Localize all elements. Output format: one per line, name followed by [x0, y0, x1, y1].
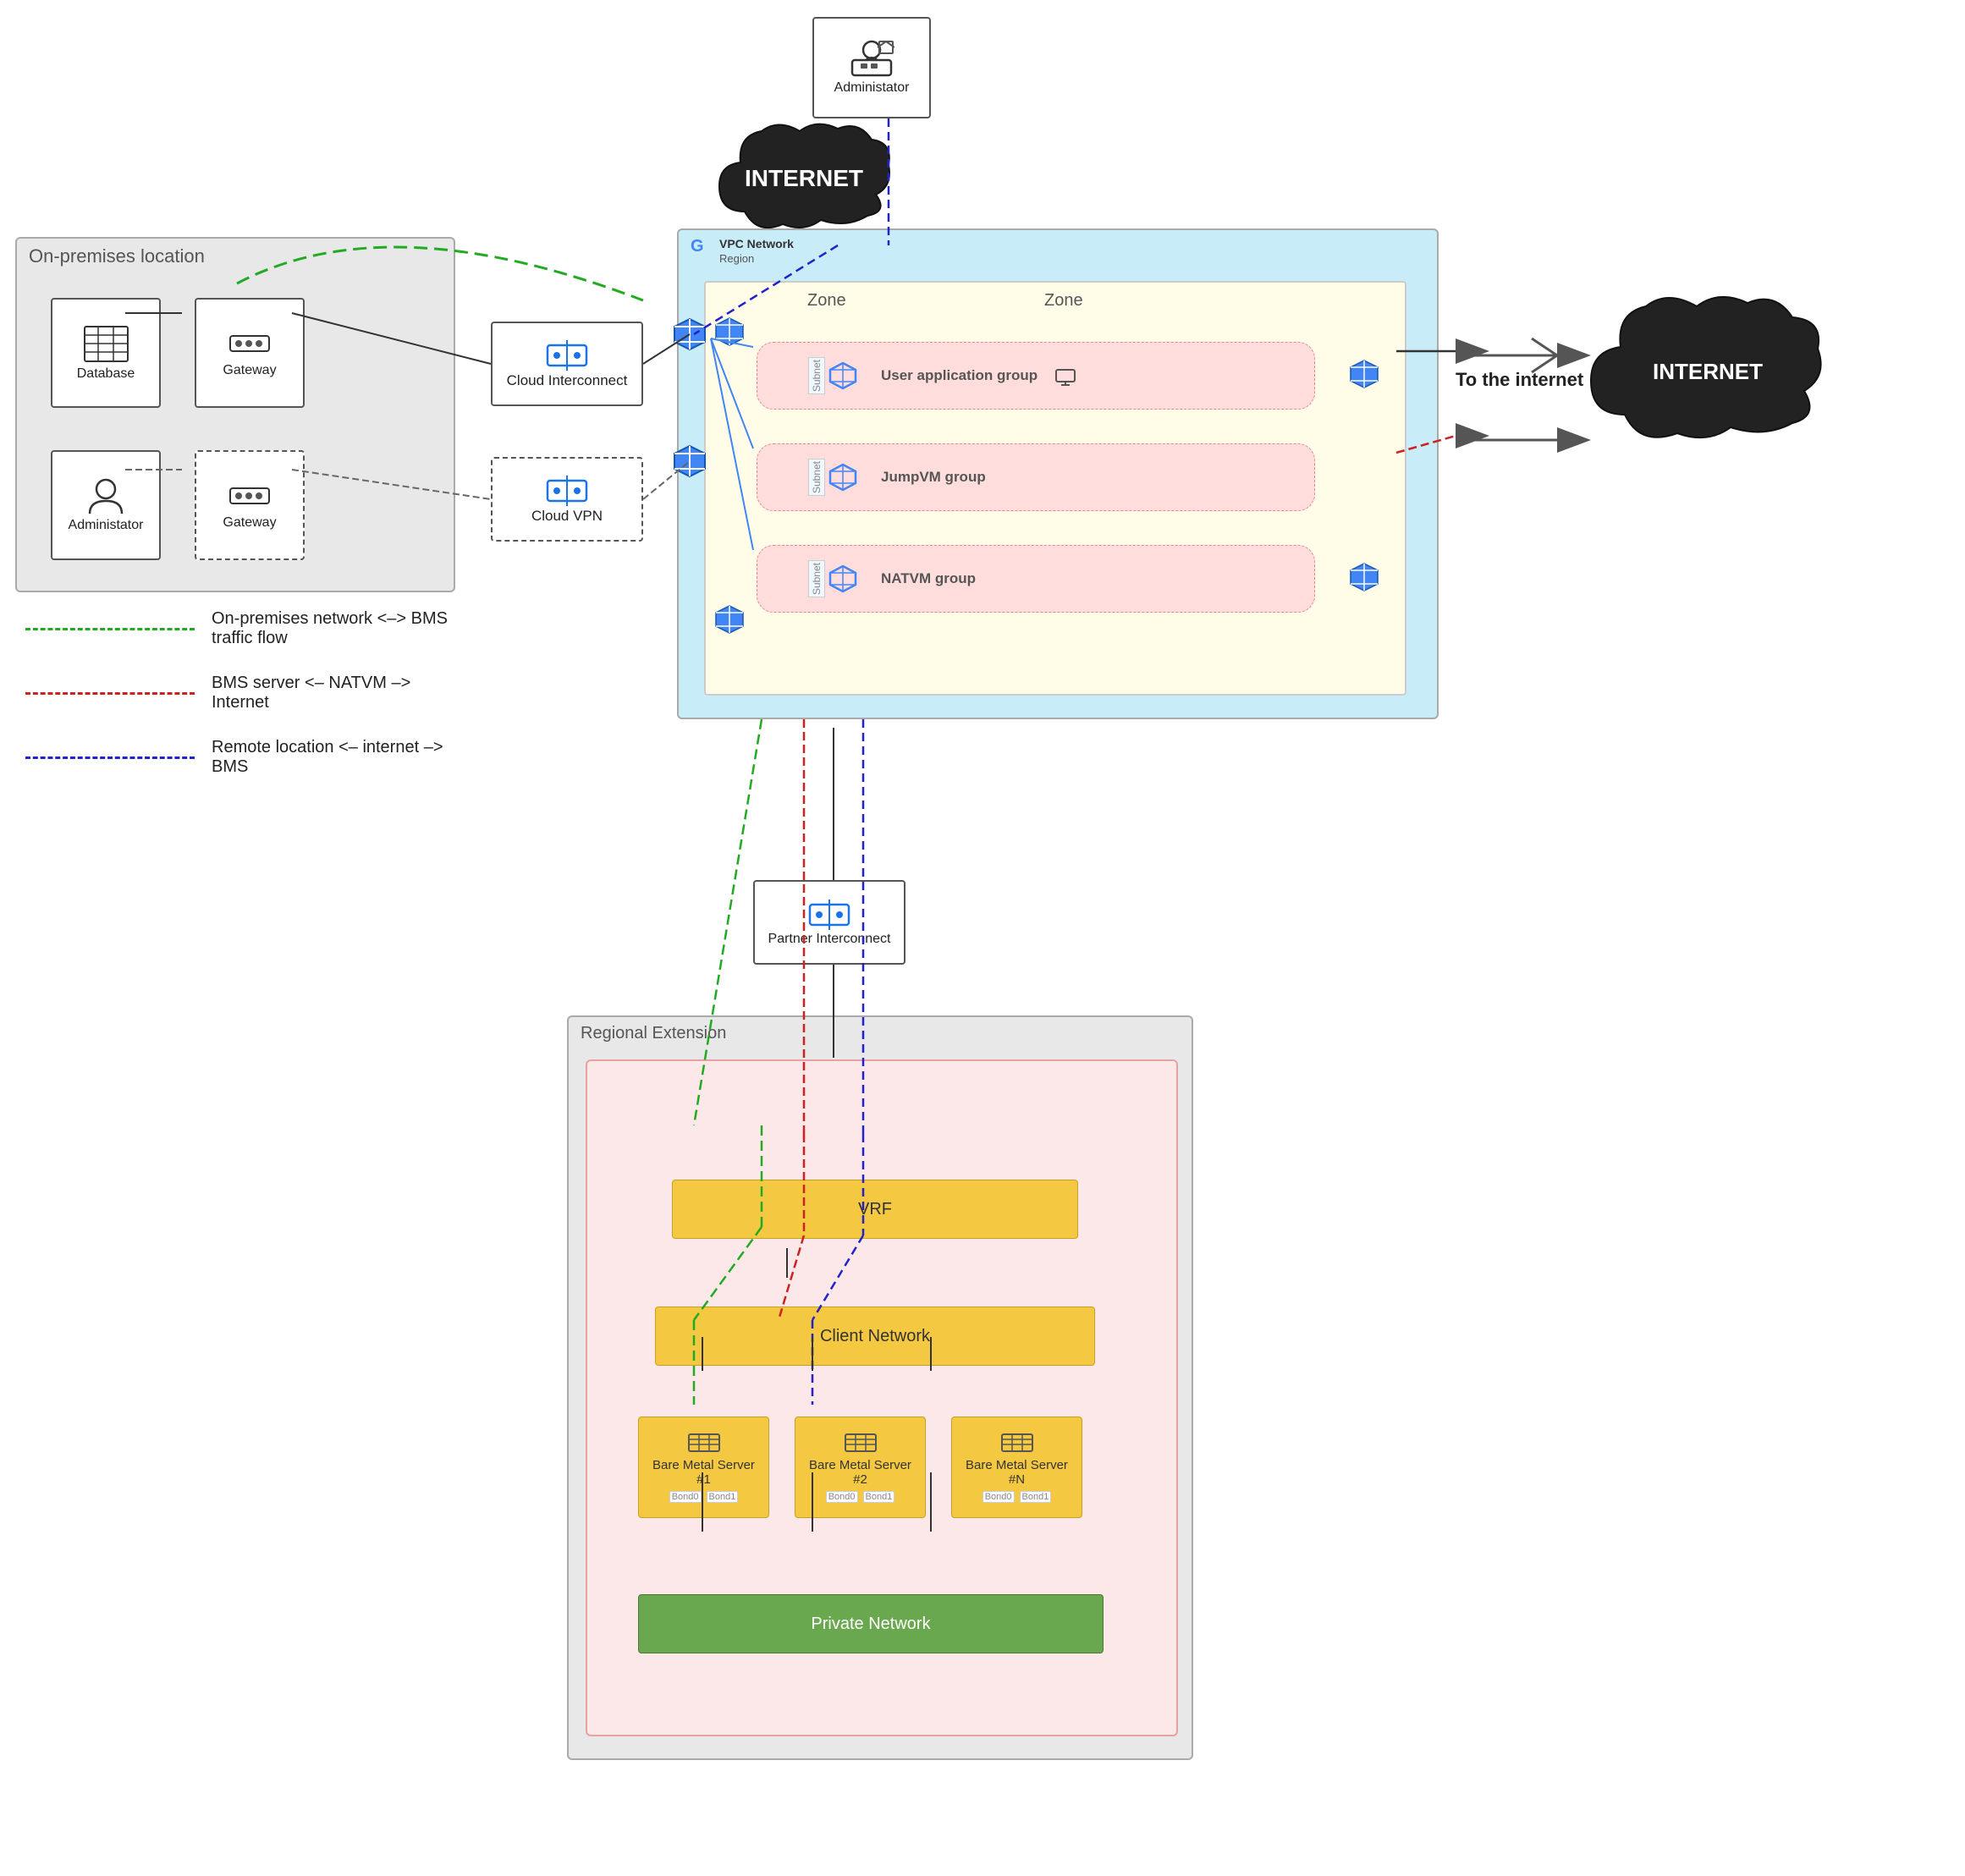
internet-cloud-top: INTERNET: [711, 110, 897, 245]
zone-label-2: Zone: [1044, 291, 1083, 311]
vrf-label: VRF: [858, 1200, 892, 1219]
region-box: Zone Zone Subnet User application group: [704, 281, 1406, 696]
subnet-row-user-app: Subnet User application group: [757, 342, 1315, 410]
gateway2-box: Gateway: [195, 450, 305, 560]
bms1-bond1: Bond1: [707, 1491, 739, 1503]
legend-item-red: BMS server <– NATVM –> Internet: [25, 674, 465, 712]
vpc-router-bottom: [714, 604, 745, 635]
client-network-label: Client Network: [820, 1327, 930, 1346]
zone-label-1: Zone: [807, 291, 846, 311]
bmsN-label: Bare Metal Server #N: [959, 1458, 1075, 1487]
bms2-bond1: Bond1: [863, 1491, 895, 1503]
partner-interconnect-box: Partner Interconnect: [753, 880, 905, 965]
bms2-bond0: Bond0: [826, 1491, 858, 1503]
cloud-interconnect-box: Cloud Interconnect: [491, 322, 643, 406]
legend-label-red: BMS server <– NATVM –> Internet: [212, 674, 465, 712]
subnet-tag-1: Subnet: [808, 357, 825, 394]
legend-line-blue: [25, 756, 195, 759]
private-network-label: Private Network: [811, 1615, 930, 1634]
vpc-label: VPC Network: [719, 237, 794, 250]
natvm-group-label: NATVM group: [881, 570, 976, 587]
admin-op-box: Administator: [51, 450, 161, 560]
subnet-tag-3: Subnet: [808, 560, 825, 597]
private-network-box: Private Network: [638, 1594, 1104, 1653]
on-premises-box: On-premises location Database Gateway: [15, 237, 455, 592]
vpc-box: VPC Network Region G Zone Zone Subnet Us…: [677, 228, 1439, 719]
legend-item-blue: Remote location <– internet –> BMS: [25, 738, 465, 777]
bmsN-bond0: Bond0: [982, 1491, 1015, 1503]
database-box: Database: [51, 298, 161, 408]
cloud-vpn-label: Cloud VPN: [531, 508, 603, 525]
bmsN-box: Bare Metal Server #N Bond0 Bond1: [951, 1417, 1082, 1518]
inner-pink-box: VRF Client Network Bare Metal Server #1 …: [586, 1059, 1178, 1736]
subnet-row-jumpvm: Subnet JumpVM group: [757, 443, 1315, 511]
arrow-right-bottom: [1456, 415, 1591, 465]
arrow-right-top: [1456, 330, 1591, 381]
cloud-vpn-box: Cloud VPN: [491, 457, 643, 542]
bms1-bond0: Bond0: [669, 1491, 702, 1503]
subnet-row-natvm: Subnet NATVM group: [757, 545, 1315, 613]
regional-ext-box: Regional Extension VRF Client Network: [567, 1015, 1193, 1760]
client-network-box: Client Network: [655, 1307, 1095, 1366]
user-app-group-label: User application group: [881, 367, 1038, 384]
vpc-router-right-top: [1349, 359, 1379, 389]
database-label: Database: [77, 366, 135, 382]
gateway1-label: Gateway: [223, 363, 276, 378]
admin-op-label: Administator: [69, 518, 144, 533]
legend-label-blue: Remote location <– internet –> BMS: [212, 738, 465, 777]
junction-router-bl: [673, 444, 707, 478]
legend-line-red: [25, 692, 195, 695]
jumpvm-group-label: JumpVM group: [881, 469, 986, 486]
junction-router-tl: [673, 317, 707, 351]
vpc-sublabel: Region: [719, 252, 754, 265]
legend-line-green: [25, 628, 195, 630]
vrf-box: VRF: [672, 1180, 1078, 1239]
internet-cloud-right: INTERNET: [1582, 279, 1836, 465]
bms1-box: Bare Metal Server #1 Bond0 Bond1: [638, 1417, 769, 1518]
administrator-top-box: Administator: [812, 17, 931, 118]
partner-interconnect-label: Partner Interconnect: [768, 932, 891, 947]
diagram-container: Administator INTERNET INTERNET To the in…: [0, 0, 1965, 1876]
vpc-router-top: [714, 316, 745, 347]
bms2-label: Bare Metal Server #2: [802, 1458, 918, 1487]
regional-ext-label: Regional Extension: [581, 1024, 726, 1043]
on-premises-label: On-premises location: [29, 245, 205, 267]
legend-label-green: On-premises network <–> BMS traffic flow: [212, 609, 465, 648]
vpc-router-right-bottom: [1349, 562, 1379, 592]
admin-top-label: Administator: [834, 80, 910, 96]
bmsN-bond1: Bond1: [1020, 1491, 1052, 1503]
cloud-interconnect-label: Cloud Interconnect: [507, 372, 628, 389]
bms1-label: Bare Metal Server #1: [646, 1458, 762, 1487]
bms2-box: Bare Metal Server #2 Bond0 Bond1: [795, 1417, 926, 1518]
legend-box: On-premises network <–> BMS traffic flow…: [25, 609, 465, 802]
gateway2-label: Gateway: [223, 515, 276, 531]
svg-text:INTERNET: INTERNET: [1653, 359, 1763, 384]
subnet-tag-2: Subnet: [808, 459, 825, 496]
gateway1-box: Gateway: [195, 298, 305, 408]
svg-text:INTERNET: INTERNET: [745, 165, 863, 191]
g-logo: G: [691, 237, 704, 256]
legend-item-green: On-premises network <–> BMS traffic flow: [25, 609, 465, 648]
